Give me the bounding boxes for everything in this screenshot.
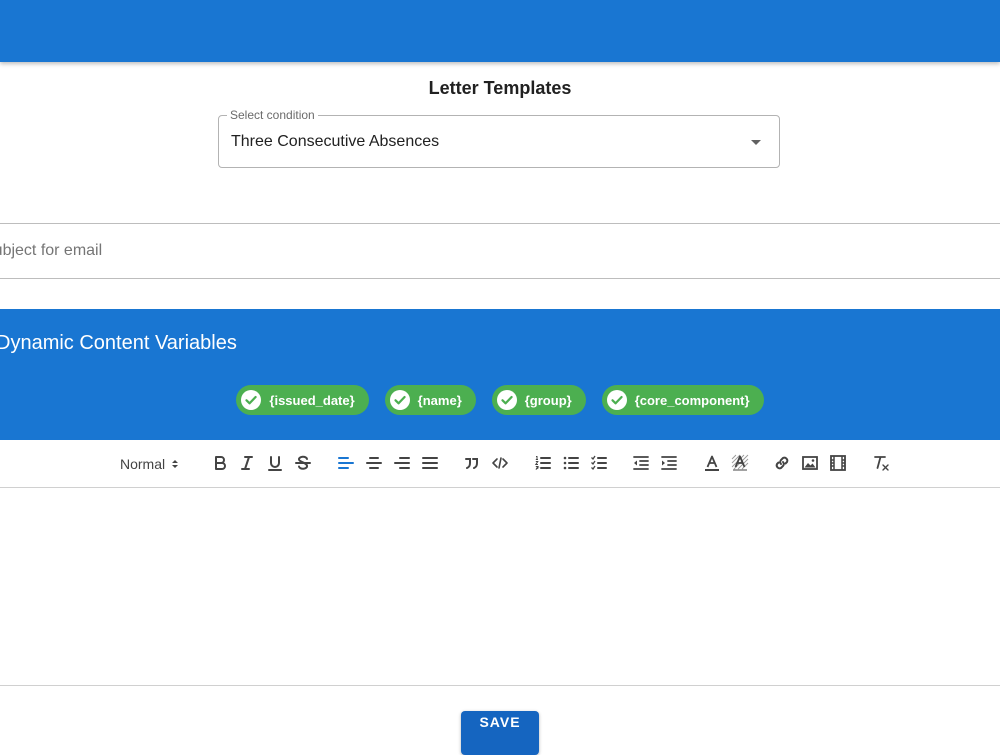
subject-input[interactable] <box>0 224 993 278</box>
condition-select-label: Select condition <box>227 108 318 122</box>
condition-select[interactable]: Select condition Three Consecutive Absen… <box>218 108 780 168</box>
bold-icon[interactable] <box>209 452 231 474</box>
page-title: Letter Templates <box>428 78 572 98</box>
bullet-list-icon[interactable] <box>560 452 582 474</box>
check-circle-icon <box>241 390 262 410</box>
align-right-icon[interactable] <box>391 452 413 474</box>
variable-chip-label: {name} <box>417 392 462 408</box>
check-circle-icon <box>496 390 517 410</box>
header-format-select[interactable]: Normal <box>120 453 179 475</box>
subject-field <box>0 223 1000 279</box>
condition-select-value: Three Consecutive Absences <box>231 133 440 150</box>
variable-chips: {issued_date} {name} {group} {core_compo… <box>0 385 1000 415</box>
variable-chip-label: {group} <box>524 392 572 408</box>
ordered-list-icon[interactable] <box>532 452 554 474</box>
editor-toolbar: Normal <box>0 440 1000 488</box>
check-list-icon[interactable] <box>588 452 610 474</box>
save-button[interactable]: SAVE <box>461 711 539 755</box>
app-bar <box>0 0 1000 62</box>
text-color-icon[interactable] <box>701 452 723 474</box>
variable-chip-name[interactable]: {name} <box>384 385 476 415</box>
image-icon[interactable] <box>799 452 821 474</box>
strikethrough-icon[interactable] <box>292 452 314 474</box>
dynamic-variables-panel: Dynamic Content Variables {issued_date} … <box>0 309 1000 440</box>
variable-chip-issued-date[interactable]: {issued_date} <box>236 385 369 415</box>
check-circle-icon <box>389 390 410 410</box>
variable-chip-label: {core_component} <box>634 392 750 408</box>
rich-text-editor[interactable] <box>0 488 1000 686</box>
code-block-icon[interactable] <box>489 452 511 474</box>
clear-format-icon[interactable] <box>870 452 892 474</box>
underline-icon[interactable] <box>264 452 286 474</box>
header-format-value: Normal <box>120 456 166 472</box>
blockquote-icon[interactable] <box>461 452 483 474</box>
italic-icon[interactable] <box>236 452 258 474</box>
link-icon[interactable] <box>771 452 793 474</box>
align-left-icon[interactable] <box>335 452 357 474</box>
check-circle-icon <box>606 390 627 410</box>
background-color-icon[interactable] <box>729 452 751 474</box>
variable-chip-label: {issued_date} <box>269 392 355 408</box>
variables-panel-title: Dynamic Content Variables <box>0 332 237 354</box>
updown-caret-icon <box>171 458 179 470</box>
outdent-icon[interactable] <box>630 452 652 474</box>
video-icon[interactable] <box>827 452 849 474</box>
variable-chip-group[interactable]: {group} <box>491 385 586 415</box>
align-center-icon[interactable] <box>363 452 385 474</box>
align-justify-icon[interactable] <box>419 452 441 474</box>
dropdown-arrow-icon <box>751 140 761 145</box>
indent-icon[interactable] <box>658 452 680 474</box>
variable-chip-core-component[interactable]: {core_component} <box>601 385 764 415</box>
